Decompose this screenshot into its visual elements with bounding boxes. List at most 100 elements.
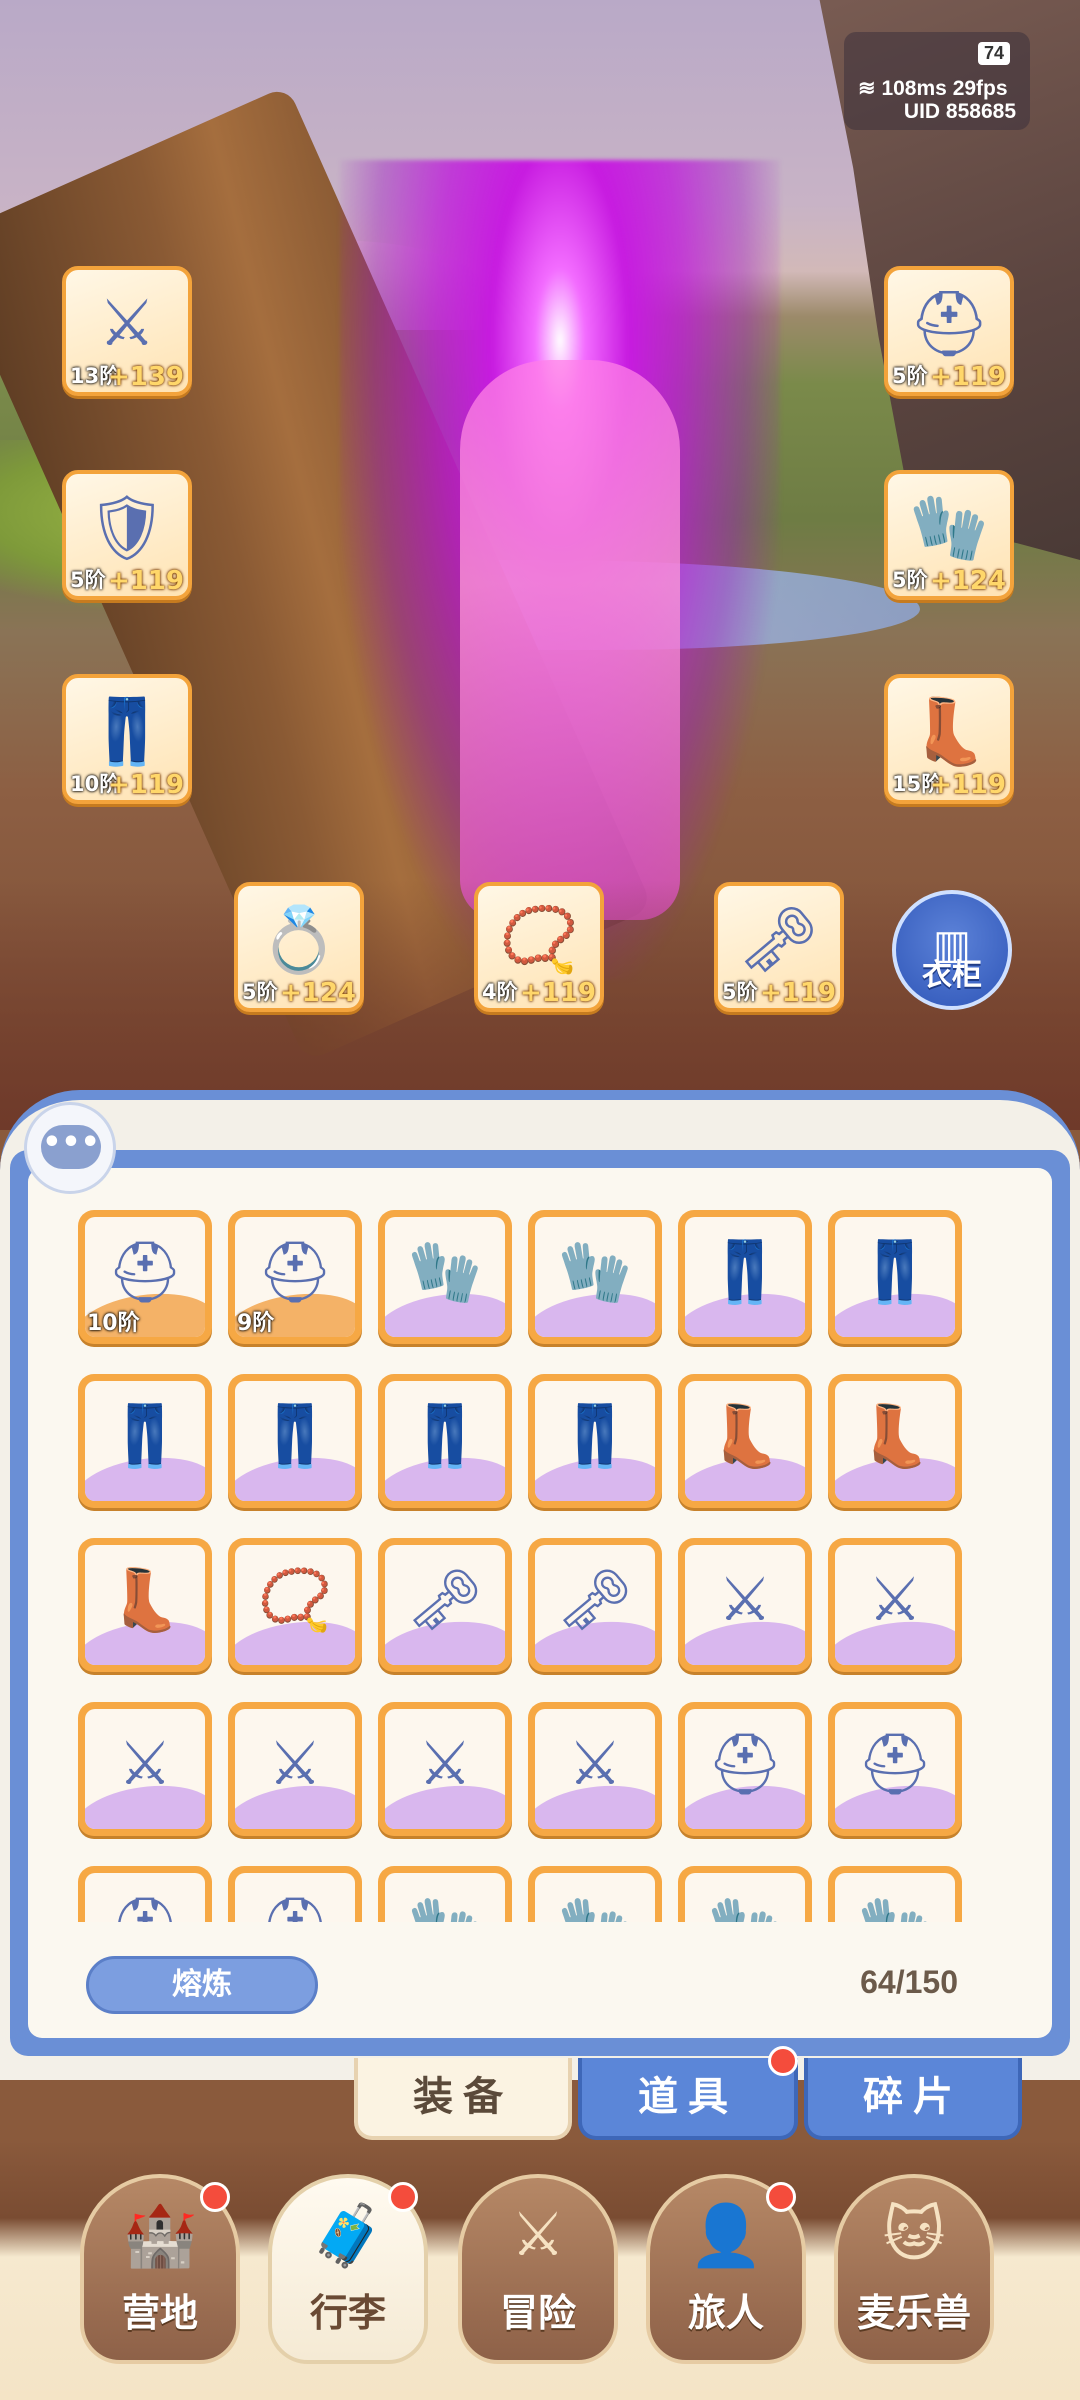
tier-label: 4阶 <box>482 980 518 1004</box>
gloves-icon: 🧤 <box>858 1893 933 1922</box>
item-card: ⛑ <box>685 1709 805 1829</box>
item-card: ⚔ <box>535 1709 655 1829</box>
notification-dot <box>200 2182 230 2212</box>
inventory-item-gloves[interactable]: 🧤 <box>678 1866 812 1922</box>
inventory-item-boots[interactable]: 👢 <box>678 1374 812 1508</box>
leg-armor-icon: 👖 <box>87 695 167 770</box>
inventory-capacity: 64/150 <box>860 1964 958 2000</box>
wardrobe-button[interactable]: ▥ 衣柜 <box>892 890 1012 1010</box>
inventory-item-helmet[interactable]: ⛑ 10阶 <box>78 1210 212 1344</box>
inventory-item-gloves[interactable]: 🧤 <box>528 1210 662 1344</box>
boots-icon: 👢 <box>909 695 989 770</box>
chat-button[interactable]: ••• <box>24 1102 116 1194</box>
equip-slot-weapon[interactable]: ⚔ 13阶 +139 <box>62 266 192 396</box>
chat-icon: ••• <box>41 1125 101 1169</box>
nav-luggage[interactable]: 🧳 行李 <box>268 2174 428 2364</box>
necklace-icon: 📿 <box>499 903 579 978</box>
tab-equipment[interactable]: 装备 <box>354 2058 572 2140</box>
fps-value: 29fps <box>952 77 1008 100</box>
inventory-item-boots[interactable]: 👢 <box>78 1538 212 1672</box>
chest-armor-icon: 🛡 <box>86 491 168 566</box>
charm-icon: 🗝 <box>556 1565 634 1636</box>
gloves-icon: 🧤 <box>408 1893 483 1922</box>
boots-icon: 👢 <box>707 1401 783 1472</box>
item-card: ⛑ <box>235 1873 355 1922</box>
bonus-value: +124 <box>929 566 1006 596</box>
tier-label: 10阶 <box>87 1311 140 1336</box>
charm-icon: 🗝 <box>406 1565 484 1636</box>
inventory-item-legs[interactable]: 👖 <box>828 1210 962 1344</box>
inventory-item-helmet[interactable]: ⛑ <box>828 1702 962 1836</box>
bonus-value: +119 <box>107 566 184 596</box>
nav-traveler[interactable]: 👤 旅人 <box>646 2174 806 2364</box>
tab-items[interactable]: 道具 <box>578 2058 798 2140</box>
equip-slot-chest[interactable]: 🛡 5阶 +119 <box>62 470 192 600</box>
inventory-scroll-area[interactable]: ⛑ 10阶 ⛑ 9阶 🧤 🧤 👖 👖 👖 👖 👖 👖 👢 👢 👢 📿 🗝 🗝 ⚔ ⚔ ⚔ ⚔ ⚔ ⚔ ⛑ ⛑ ⛑ ⛑ 🧤 🧤 🧤 🧤 <box>78 1210 1008 1922</box>
inventory-item-legs[interactable]: 👖 <box>528 1374 662 1508</box>
equip-slot-charm[interactable]: 🗝 5阶 +119 <box>714 882 844 1012</box>
item-card: 🧤 <box>835 1873 955 1922</box>
inventory-item-charm[interactable]: 🗝 <box>528 1538 662 1672</box>
inventory-item-gloves[interactable]: 🧤 <box>828 1866 962 1922</box>
item-card: ⛑ 10阶 <box>85 1217 205 1337</box>
inventory-item-weapon[interactable]: ⚔ <box>378 1702 512 1836</box>
tab-shards[interactable]: 碎片 <box>804 2058 1022 2140</box>
network-stats: ≋ 108ms 29fps <box>858 76 1008 101</box>
smelt-button[interactable]: 熔炼 <box>86 1956 318 2014</box>
item-card: 👖 <box>85 1381 205 1501</box>
tier-label: 5阶 <box>70 568 106 592</box>
nav-pet[interactable]: 🐱 麦乐兽 <box>834 2174 994 2364</box>
legs-icon: 👖 <box>257 1401 333 1472</box>
inventory-item-helmet[interactable]: ⛑ <box>228 1866 362 1922</box>
item-card: 🧤 <box>685 1873 805 1922</box>
player-character[interactable] <box>460 360 680 920</box>
inventory-item-weapon[interactable]: ⚔ <box>828 1538 962 1672</box>
bonus-value: +124 <box>279 978 356 1008</box>
nav-camp[interactable]: 🏰 营地 <box>80 2174 240 2364</box>
equip-slot-necklace[interactable]: 📿 4阶 +119 <box>474 882 604 1012</box>
equip-slot-boots[interactable]: 👢 15阶 +119 <box>884 674 1014 804</box>
bonus-value: +119 <box>519 978 596 1008</box>
inventory-item-charm[interactable]: 🗝 <box>378 1538 512 1672</box>
inventory-item-gloves[interactable]: 🧤 <box>528 1866 662 1922</box>
inventory-item-helmet[interactable]: ⛑ <box>678 1702 812 1836</box>
item-card: 👢 <box>835 1381 955 1501</box>
inventory-item-boots[interactable]: 👢 <box>828 1374 962 1508</box>
inventory-item-weapon[interactable]: ⚔ <box>228 1702 362 1836</box>
inventory-item-legs[interactable]: 👖 <box>228 1374 362 1508</box>
nav-label: 行李 <box>309 2291 386 2335</box>
inventory-item-weapon[interactable]: ⚔ <box>678 1538 812 1672</box>
bonus-value: +119 <box>929 770 1006 800</box>
item-card: ⚔ <box>835 1545 955 1665</box>
equip-slot-helmet[interactable]: ⛑ 5阶 +119 <box>884 266 1014 396</box>
notification-dot <box>388 2182 418 2212</box>
tier-label: 5阶 <box>892 568 928 592</box>
inventory-item-legs[interactable]: 👖 <box>678 1210 812 1344</box>
tier-label: 5阶 <box>722 980 758 1004</box>
adventure-icon: ⚔ <box>511 2200 565 2270</box>
equip-slot-ring[interactable]: 💍 5阶 +124 <box>234 882 364 1012</box>
ping-value: 108ms <box>881 77 947 100</box>
equip-slot-gloves[interactable]: 🧤 5阶 +124 <box>884 470 1014 600</box>
nav-label: 冒险 <box>499 2291 576 2335</box>
nav-adventure[interactable]: ⚔ 冒险 <box>458 2174 618 2364</box>
item-card: 🗝 <box>535 1545 655 1665</box>
equip-slot-legs[interactable]: 👖 10阶 +119 <box>62 674 192 804</box>
bonus-value: +119 <box>929 362 1006 392</box>
inventory-item-helmet[interactable]: ⛑ <box>78 1866 212 1922</box>
inventory-item-helmet[interactable]: ⛑ 9阶 <box>228 1210 362 1344</box>
helmet-icon: ⛑ <box>856 1729 934 1800</box>
weapon-icon: ⚔ <box>868 1565 922 1636</box>
inventory-item-weapon[interactable]: ⚔ <box>528 1702 662 1836</box>
inventory-item-legs[interactable]: 👖 <box>78 1374 212 1508</box>
item-card: ⛑ 9阶 <box>235 1217 355 1337</box>
inventory-item-necklace[interactable]: 📿 <box>228 1538 362 1672</box>
inventory-item-gloves[interactable]: 🧤 <box>378 1210 512 1344</box>
inventory-item-legs[interactable]: 👖 <box>378 1374 512 1508</box>
item-card: ⚔ <box>385 1709 505 1829</box>
gloves-icon: 🧤 <box>407 1237 483 1308</box>
helmet-icon: ⛑ <box>107 1893 183 1922</box>
inventory-item-gloves[interactable]: 🧤 <box>378 1866 512 1922</box>
item-card: 🧤 <box>385 1873 505 1922</box>
inventory-item-weapon[interactable]: ⚔ <box>78 1702 212 1836</box>
